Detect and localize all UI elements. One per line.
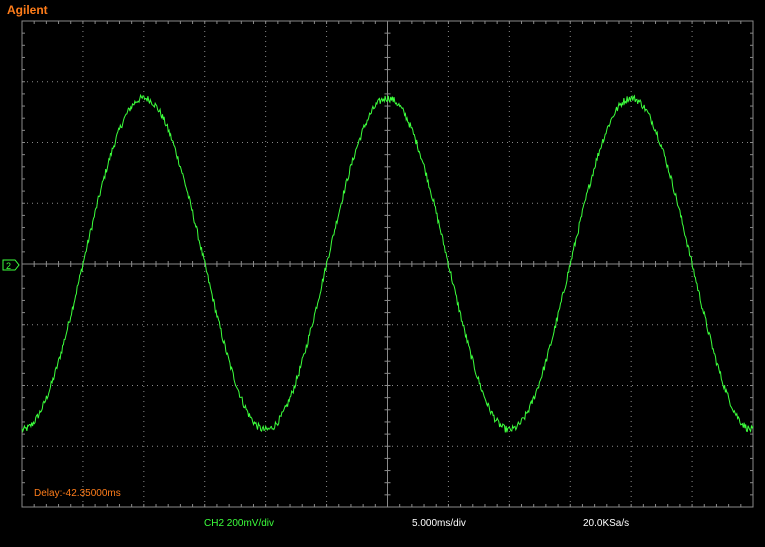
timebase-readout[interactable]: 5.000ms/div bbox=[412, 518, 466, 529]
delay-readout: Delay:-42.35000ms bbox=[34, 488, 121, 499]
brand-logo: Agilent bbox=[7, 3, 48, 17]
channel-marker-label: 2 bbox=[6, 261, 11, 271]
sample-rate-readout: 20.0KSa/s bbox=[583, 518, 630, 529]
channel-scale-readout[interactable]: CH2 200mV/div bbox=[204, 518, 274, 529]
scope-screen: 2 bbox=[2, 20, 754, 508]
channel-2-ground-marker[interactable]: 2 bbox=[2, 259, 20, 271]
graticule bbox=[21, 20, 754, 508]
